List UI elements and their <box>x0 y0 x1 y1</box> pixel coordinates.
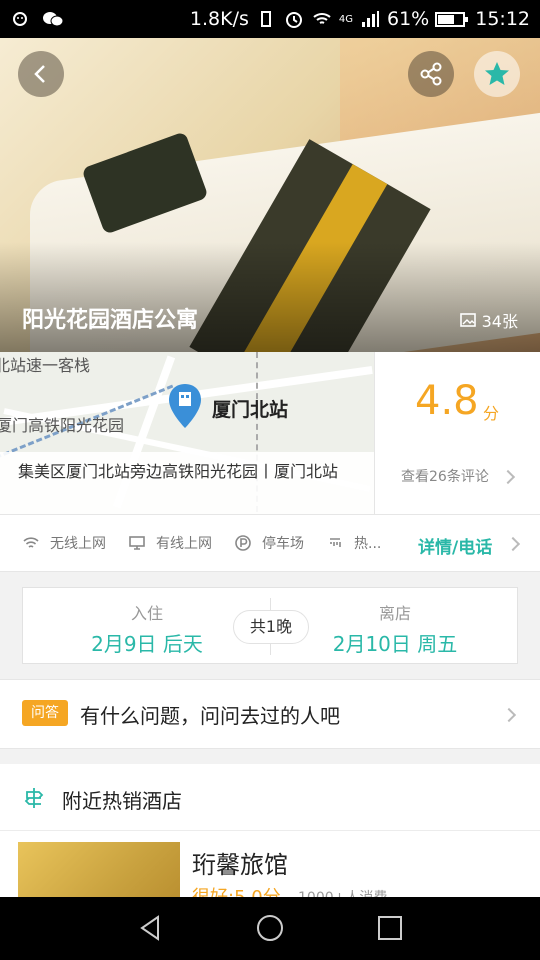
image-icon <box>459 313 476 327</box>
map-label-inn: 北站速一客栈 <box>0 356 91 375</box>
nearby-hotel-name: 珩馨旅馆 <box>192 851 288 879</box>
rating-score: 4.8 <box>415 378 479 424</box>
shower-icon <box>330 538 341 547</box>
qa-prompt: 有什么问题，问问去过的人吧 <box>80 704 340 728</box>
battery-icon <box>435 12 469 27</box>
date-selector[interactable]: 入住 2月9日 后天 离店 2月10日 周五 共1晚 <box>22 587 518 664</box>
detail-phone-link[interactable]: 详情/电话 <box>418 533 492 558</box>
facility-label: 有线上网 <box>156 536 212 552</box>
back-button[interactable] <box>18 51 64 97</box>
parking-icon <box>235 535 251 551</box>
favorite-button[interactable] <box>474 51 520 97</box>
facility-wifi: 无线上网 <box>22 533 106 553</box>
map-label-hotel: 厦门高铁阳光花园 <box>0 416 125 435</box>
share-icon <box>420 62 442 86</box>
photo-shade <box>0 242 540 352</box>
hotel-photo[interactable]: 阳光花园酒店公寓 34张 <box>0 38 540 352</box>
battery-percent: 61% <box>387 8 430 30</box>
chevron-left-icon <box>34 65 45 83</box>
facility-hot-water: 热... <box>326 533 381 553</box>
photo-count[interactable]: 34张 <box>459 308 518 332</box>
wifi-status-icon <box>313 13 331 24</box>
signal-icon <box>362 11 379 27</box>
nav-recents-button[interactable] <box>370 911 410 945</box>
wechat-icon <box>43 12 64 27</box>
checkout-value: 2月10日 周五 <box>332 632 458 656</box>
chevron-right-icon <box>500 469 516 485</box>
star-icon <box>485 62 509 85</box>
checkout-label: 离店 <box>378 604 411 623</box>
hotel-name: 阳光花园酒店公寓 <box>22 308 199 333</box>
system-nav-bar <box>0 897 540 960</box>
rating-unit: 分 <box>483 404 500 423</box>
review-link[interactable]: 查看26条评论 <box>401 466 489 486</box>
nav-home-button[interactable] <box>250 911 290 945</box>
vibrate-icon <box>260 11 271 27</box>
chevron-right-icon <box>501 707 517 723</box>
qa-badge: 问答 <box>22 700 68 726</box>
signpost-icon <box>24 788 44 808</box>
nearby-hotel-sales: 1000+人消费 <box>298 887 387 897</box>
network-type: 4G <box>338 13 353 25</box>
nights-badge: 共1晚 <box>233 610 309 644</box>
square-recents-icon <box>378 916 402 940</box>
map-pin-icon <box>169 384 201 428</box>
rating-panel[interactable]: 4.8 分 查看26条评论 <box>374 352 540 514</box>
photo-count-label: 34张 <box>481 312 518 331</box>
hotel-address: 集美区厦门北站旁边高铁阳光花园丨厦门北站 <box>0 452 374 514</box>
nearby-hotel-thumbnail <box>18 842 180 897</box>
triangle-back-icon <box>140 915 159 941</box>
nearby-hotel-rating: 很好:5.0分 <box>192 883 281 897</box>
app-notification-icon <box>13 12 27 26</box>
status-bar: 1.8K/s 4G 61% 15:12 <box>0 0 540 38</box>
facilities-bar[interactable]: 无线上网 有线上网 停车场 热... 详情/电话 <box>0 514 540 572</box>
map-station-label: 厦门北站 <box>212 399 289 421</box>
wifi-icon <box>23 537 39 548</box>
map-view[interactable]: 北站速一客栈 厦门高铁阳光花园 厦门北站 集美区厦门北站旁边高铁阳光花园丨厦门北… <box>0 352 374 514</box>
nearby-header: 附近热销酒店 <box>0 764 540 831</box>
alarm-icon <box>285 12 302 28</box>
nav-back-button[interactable] <box>130 911 170 945</box>
monitor-icon <box>129 536 145 550</box>
clock: 15:12 <box>475 8 530 30</box>
circle-home-icon <box>257 915 283 941</box>
network-speed: 1.8K/s <box>189 8 249 30</box>
facility-parking: 停车场 <box>234 533 304 553</box>
facility-label: 停车场 <box>262 536 304 552</box>
share-button[interactable] <box>408 51 454 97</box>
facility-wired: 有线上网 <box>128 533 212 553</box>
nearby-title: 附近热销酒店 <box>62 789 182 813</box>
facility-label: 热... <box>354 536 382 552</box>
facility-label: 无线上网 <box>50 536 106 552</box>
chevron-right-icon <box>505 536 521 552</box>
nearby-hotel-card[interactable]: 珩馨旅馆 很好:5.0分 1000+人消费 <box>0 831 540 897</box>
qa-entry[interactable]: 问答 有什么问题，问问去过的人吧 <box>0 679 540 749</box>
